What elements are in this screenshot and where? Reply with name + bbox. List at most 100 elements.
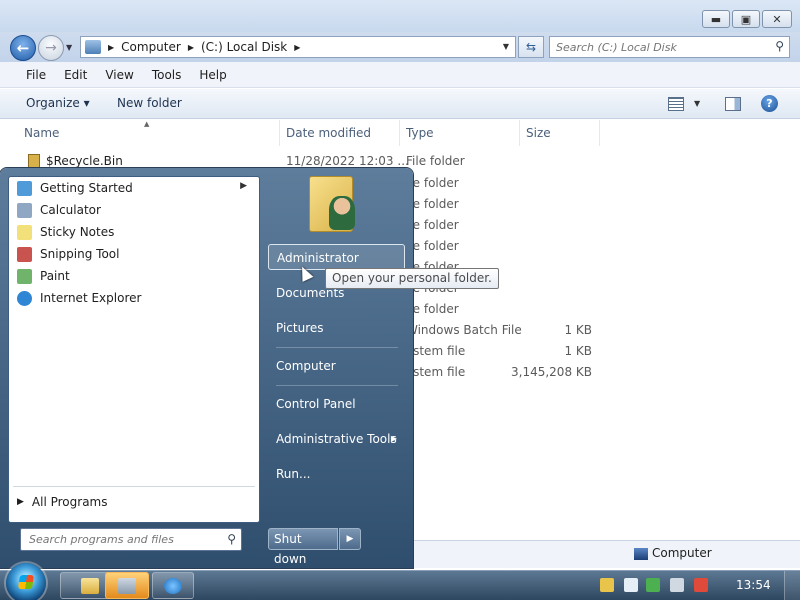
- view-options-dropdown-icon[interactable]: ▼: [694, 99, 700, 108]
- taskbar-internet-explorer-button[interactable]: [152, 572, 194, 599]
- sticky-notes-icon: [17, 224, 32, 240]
- menu-view[interactable]: View: [96, 68, 142, 82]
- address-bar[interactable]: ▶ Computer ▶ (C:) Local Disk ▶ ▼: [80, 36, 516, 58]
- computer-icon: [634, 548, 648, 560]
- file-type: Windows Batch File: [406, 323, 522, 337]
- menu-file[interactable]: File: [17, 68, 55, 82]
- address-dropdown-icon[interactable]: ▼: [503, 42, 509, 51]
- program-sticky-notes[interactable]: Sticky Notes: [13, 221, 257, 243]
- program-label: Getting Started: [40, 181, 133, 195]
- column-size[interactable]: Size: [520, 120, 600, 146]
- program-snipping-tool[interactable]: Snipping Tool: [13, 243, 257, 265]
- show-desktop-button[interactable]: [784, 571, 800, 600]
- close-button[interactable]: ✕: [762, 10, 792, 28]
- maximize-button[interactable]: ▣: [732, 10, 760, 28]
- user-picture[interactable]: [305, 170, 361, 234]
- file-size: 1 KB: [564, 344, 592, 358]
- internet-explorer-icon: [17, 290, 32, 306]
- program-label: Sticky Notes: [40, 225, 115, 239]
- forward-button[interactable]: →: [38, 35, 64, 61]
- forward-arrow-icon: →: [45, 40, 57, 56]
- start-item-computer[interactable]: Computer: [268, 353, 405, 379]
- file-type: ystem file: [406, 344, 466, 358]
- status-bar: Computer: [410, 540, 800, 568]
- column-name[interactable]: Name: [18, 120, 280, 146]
- start-item-administrator[interactable]: Administrator: [268, 244, 405, 270]
- start-button[interactable]: [6, 563, 46, 600]
- menu-edit[interactable]: Edit: [55, 68, 96, 82]
- start-item-administrative-tools[interactable]: Administrative Tools ▶: [268, 426, 405, 452]
- start-search-box[interactable]: ⚲: [20, 528, 242, 551]
- change-view-icon[interactable]: [668, 97, 684, 111]
- divider: [13, 486, 255, 487]
- getting-started-icon: [17, 180, 32, 196]
- program-internet-explorer[interactable]: Internet Explorer: [13, 287, 257, 309]
- back-button[interactable]: ←: [10, 35, 36, 61]
- internet-explorer-icon: [164, 577, 182, 594]
- shut-down-options-button[interactable]: ▶: [339, 528, 361, 550]
- action-center-icon[interactable]: [600, 578, 614, 592]
- divider: [276, 385, 398, 386]
- program-label: Snipping Tool: [40, 247, 120, 261]
- new-folder-button[interactable]: New folder: [117, 96, 182, 110]
- all-programs-arrow-icon: ▶: [17, 497, 24, 507]
- program-paint[interactable]: Paint: [13, 265, 257, 287]
- file-date: 11/28/2022 12:03 ...: [286, 154, 409, 168]
- column-header: ▲ Name Date modified Type Size: [0, 120, 800, 146]
- file-name: $Recycle.Bin: [46, 154, 123, 168]
- refresh-icon: ⇆: [525, 40, 537, 54]
- breadcrumb-local-disk[interactable]: (C:) Local Disk: [201, 40, 287, 54]
- column-type[interactable]: Type: [400, 120, 520, 146]
- start-menu-programs-pane: Getting Started ▶ Calculator Sticky Note…: [8, 176, 260, 523]
- chevron-right-icon[interactable]: ▶: [294, 43, 300, 52]
- start-item-label: Administrative Tools: [276, 432, 397, 446]
- search-box[interactable]: ⚲: [549, 36, 790, 58]
- start-item-control-panel[interactable]: Control Panel: [268, 391, 405, 417]
- file-type: ile folder: [406, 218, 459, 232]
- divider: [276, 347, 398, 348]
- column-date-modified[interactable]: Date modified: [280, 120, 400, 146]
- start-item-pictures[interactable]: Pictures: [268, 315, 405, 341]
- snipping-tool-icon: [17, 246, 32, 262]
- chevron-right-icon[interactable]: ▶: [108, 43, 114, 52]
- recent-pages-icon[interactable]: ▼: [66, 43, 72, 52]
- security-check-icon[interactable]: [646, 578, 660, 592]
- start-item-run[interactable]: Run...: [268, 461, 405, 487]
- organize-button[interactable]: Organize ▾: [26, 96, 90, 110]
- drive-icon: [118, 577, 136, 594]
- network-icon[interactable]: [670, 578, 684, 592]
- program-label: Paint: [40, 269, 70, 283]
- chevron-right-icon[interactable]: ▶: [188, 43, 194, 52]
- search-input[interactable]: [550, 37, 760, 57]
- shut-down-button[interactable]: Shut down: [268, 528, 338, 566]
- paint-icon: [17, 268, 32, 284]
- navigation-bar: ← → ▼ ▶ Computer ▶ (C:) Local Disk ▶ ▼ ⇆…: [0, 32, 800, 62]
- refresh-button[interactable]: ⇆: [518, 36, 544, 58]
- file-type: ile folder: [406, 197, 459, 211]
- minimize-button[interactable]: ▬: [702, 10, 730, 28]
- start-menu: Getting Started ▶ Calculator Sticky Note…: [0, 168, 413, 568]
- status-location: Computer: [652, 546, 712, 560]
- start-search-input[interactable]: [21, 529, 216, 550]
- program-calculator[interactable]: Calculator: [13, 199, 257, 221]
- document-icon[interactable]: [624, 578, 638, 592]
- program-getting-started[interactable]: Getting Started ▶: [13, 177, 257, 199]
- taskbar: 13:54: [0, 563, 800, 600]
- breadcrumb-computer[interactable]: Computer: [121, 40, 181, 54]
- program-label: Internet Explorer: [40, 291, 142, 305]
- file-size: 1 KB: [564, 323, 592, 337]
- clock[interactable]: 13:54: [736, 578, 771, 592]
- help-icon[interactable]: ?: [761, 95, 778, 112]
- calculator-icon: [17, 202, 32, 218]
- volume-muted-icon[interactable]: [694, 578, 708, 592]
- search-icon[interactable]: ⚲: [775, 39, 784, 53]
- all-programs-button[interactable]: ▶ All Programs: [17, 495, 108, 509]
- menu-tools[interactable]: Tools: [143, 68, 191, 82]
- search-icon[interactable]: ⚲: [227, 532, 236, 546]
- computer-icon: [85, 40, 101, 54]
- menu-help[interactable]: Help: [190, 68, 235, 82]
- title-bar[interactable]: ▬ ▣ ✕: [0, 0, 800, 32]
- taskbar-disk-button[interactable]: [105, 572, 149, 599]
- command-bar: Organize ▾ New folder ▼ ?: [0, 89, 800, 119]
- preview-pane-icon[interactable]: [725, 97, 741, 111]
